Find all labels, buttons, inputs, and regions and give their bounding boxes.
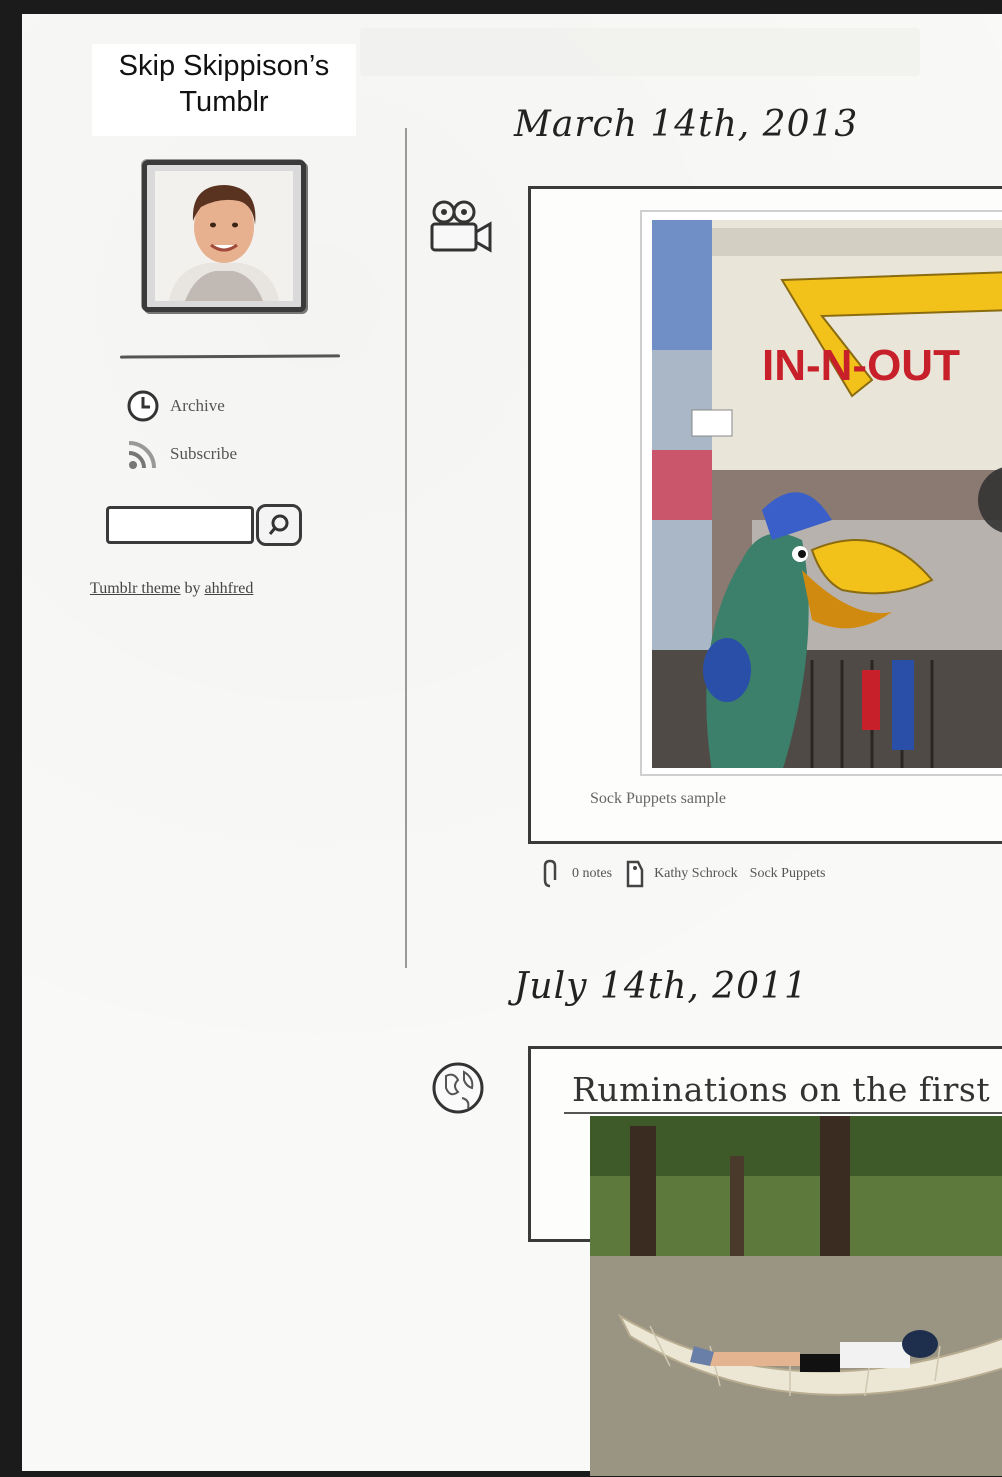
search-input[interactable] [106, 506, 254, 544]
search-icon [268, 514, 289, 535]
archive-label: Archive [170, 396, 225, 415]
clock-icon [127, 390, 159, 422]
video-camera-icon[interactable] [424, 196, 496, 258]
search-button[interactable] [256, 504, 302, 546]
search-box [106, 504, 302, 546]
sign-text: IN-N-OUT [762, 341, 960, 390]
credit-by: by [184, 580, 201, 597]
author-link[interactable]: ahhfred [205, 580, 254, 597]
blog-title-line2: Tumblr [179, 86, 269, 118]
tag-icon [626, 860, 644, 888]
tumblr-theme-link[interactable]: Tumblr theme [90, 580, 181, 597]
subscribe-link[interactable]: Subscribe [126, 436, 237, 472]
post-meta: 0 notes Kathy Schrock Sock Puppets [542, 856, 838, 892]
video-player[interactable]: IN-N-OUT [640, 210, 1002, 776]
avatar[interactable] [142, 160, 306, 312]
title-underline [564, 1112, 1002, 1114]
theme-credit: Tumblr theme by ahhfred [90, 580, 253, 598]
header-placeholder [360, 28, 920, 76]
post-title[interactable]: Ruminations on the first [572, 1070, 990, 1109]
column-divider [405, 128, 407, 968]
avatar-photo [155, 171, 293, 301]
video-scene: IN-N-OUT [652, 220, 1002, 768]
post-date: July 14th, 2011 [514, 966, 808, 1007]
blog-title[interactable]: Skip Skippison’s Tumblr [92, 44, 356, 136]
avatar-portrait [155, 171, 293, 301]
tag-link[interactable]: Sock Puppets [750, 866, 826, 882]
subscribe-label: Subscribe [170, 444, 238, 463]
rss-icon [128, 441, 156, 469]
post-date: March 14th, 2013 [514, 104, 859, 145]
notes-count[interactable]: 0 notes [572, 866, 612, 882]
tag-link[interactable]: Kathy Schrock [654, 866, 738, 882]
video-thumbnail: IN-N-OUT [652, 220, 1002, 768]
hammock-photo [590, 1116, 1002, 1476]
archive-link[interactable]: Archive [126, 388, 225, 424]
paperclip-icon [543, 859, 557, 888]
video-caption: Sock Puppets sample [590, 790, 726, 807]
globe-icon[interactable] [428, 1058, 488, 1118]
post-photo[interactable] [590, 1116, 1002, 1476]
blog-title-line1: Skip Skippison’s [118, 50, 330, 82]
